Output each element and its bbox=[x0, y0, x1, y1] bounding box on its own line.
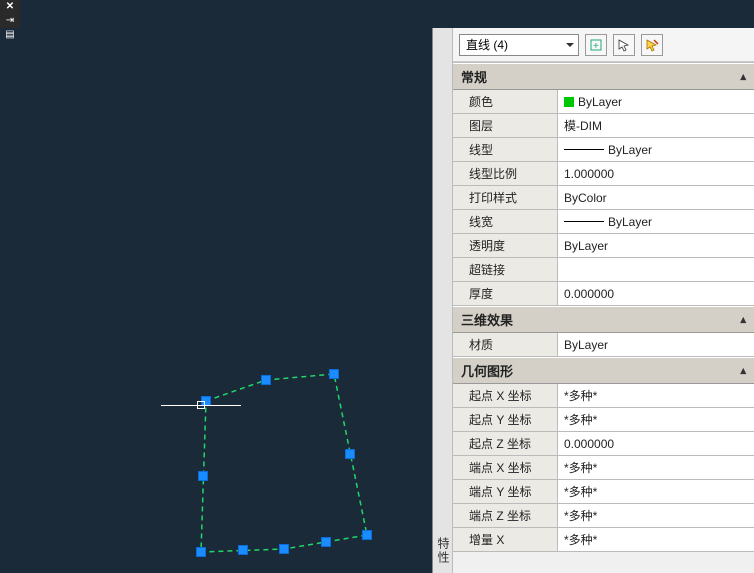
palette-header: 直线 (4) + bbox=[453, 28, 754, 62]
prop-row-startz[interactable]: 起点 Z 坐标 0.000000 bbox=[453, 432, 754, 456]
grip-handle[interactable] bbox=[261, 375, 271, 385]
svg-text:+: + bbox=[593, 41, 599, 52]
prop-label: 增量 X bbox=[453, 528, 558, 551]
entity-type-select[interactable]: 直线 (4) bbox=[459, 34, 579, 56]
properties-palette: 特性 直线 (4) + 常规 ▴ 颜色 bbox=[432, 28, 754, 573]
grip-handle[interactable] bbox=[321, 537, 331, 547]
prop-row-endy[interactable]: 端点 Y 坐标 *多种* bbox=[453, 480, 754, 504]
prop-value[interactable]: ByLayer bbox=[558, 210, 754, 233]
prop-value[interactable] bbox=[558, 258, 754, 281]
prop-row-ltscale[interactable]: 线型比例 1.000000 bbox=[453, 162, 754, 186]
prop-label: 图层 bbox=[453, 114, 558, 137]
collapse-icon: ▴ bbox=[740, 70, 746, 83]
grip-handle[interactable] bbox=[362, 530, 372, 540]
autohide-icon[interactable]: ⇥ bbox=[6, 16, 14, 26]
prop-row-startx[interactable]: 起点 X 坐标 *多种* bbox=[453, 384, 754, 408]
palette-titlebar: ✕ ⇥ ▤ bbox=[0, 0, 20, 28]
prop-label: 材质 bbox=[453, 333, 558, 356]
palette-tab-strip: 特性 bbox=[433, 28, 453, 573]
section-title: 三维效果 bbox=[461, 310, 513, 329]
prop-value[interactable]: ByLayer bbox=[558, 138, 754, 161]
prop-row-layer[interactable]: 图层 模-DIM bbox=[453, 114, 754, 138]
prop-value[interactable]: 0.000000 bbox=[558, 432, 754, 455]
prop-row-endx[interactable]: 端点 X 坐标 *多种* bbox=[453, 456, 754, 480]
collapse-icon: ▴ bbox=[740, 364, 746, 377]
linetype-sample-icon bbox=[564, 149, 604, 150]
cursor-pickbox bbox=[197, 401, 205, 409]
section-header-geometry[interactable]: 几何图形 ▴ bbox=[453, 357, 754, 384]
toggle-pickadd-button[interactable]: + bbox=[585, 34, 607, 56]
collapse-icon: ▴ bbox=[740, 313, 746, 326]
prop-value[interactable]: ByLayer bbox=[558, 90, 754, 113]
section-header-general[interactable]: 常规 ▴ bbox=[453, 63, 754, 90]
prop-label: 打印样式 bbox=[453, 186, 558, 209]
prop-row-plotstyle[interactable]: 打印样式 ByColor bbox=[453, 186, 754, 210]
prop-row-endz[interactable]: 端点 Z 坐标 *多种* bbox=[453, 504, 754, 528]
prop-label: 起点 Y 坐标 bbox=[453, 408, 558, 431]
prop-row-starty[interactable]: 起点 Y 坐标 *多种* bbox=[453, 408, 754, 432]
prop-label: 颜色 bbox=[453, 90, 558, 113]
prop-row-hyperlink[interactable]: 超链接 bbox=[453, 258, 754, 282]
prop-label: 透明度 bbox=[453, 234, 558, 257]
prop-label: 线型 bbox=[453, 138, 558, 161]
prop-value[interactable]: 1.000000 bbox=[558, 162, 754, 185]
quick-select-icon bbox=[645, 38, 659, 52]
quick-select-button[interactable] bbox=[641, 34, 663, 56]
pickadd-icon: + bbox=[589, 38, 603, 52]
prop-value[interactable]: *多种* bbox=[558, 528, 754, 551]
prop-row-thickness[interactable]: 厚度 0.000000 bbox=[453, 282, 754, 306]
grip-handle[interactable] bbox=[329, 369, 339, 379]
cursor-icon bbox=[617, 38, 631, 52]
prop-label: 线型比例 bbox=[453, 162, 558, 185]
grip-handle[interactable] bbox=[196, 547, 206, 557]
menu-icon[interactable]: ▤ bbox=[5, 30, 14, 40]
color-swatch bbox=[564, 97, 574, 107]
grip-handle[interactable] bbox=[345, 449, 355, 459]
prop-label: 端点 Z 坐标 bbox=[453, 504, 558, 527]
prop-label: 厚度 bbox=[453, 282, 558, 305]
prop-value[interactable]: 0.000000 bbox=[558, 282, 754, 305]
prop-value[interactable]: ByLayer bbox=[558, 234, 754, 257]
prop-row-color[interactable]: 颜色 ByLayer bbox=[453, 90, 754, 114]
palette-body: 直线 (4) + 常规 ▴ 颜色 ByLayer bbox=[453, 28, 754, 573]
prop-label: 超链接 bbox=[453, 258, 558, 281]
prop-label: 线宽 bbox=[453, 210, 558, 233]
prop-label: 端点 Y 坐标 bbox=[453, 480, 558, 503]
section-header-3d[interactable]: 三维效果 ▴ bbox=[453, 306, 754, 333]
prop-row-transparency[interactable]: 透明度 ByLayer bbox=[453, 234, 754, 258]
palette-title: 特性 bbox=[435, 537, 452, 565]
section-title: 几何图形 bbox=[461, 361, 513, 380]
grip-handle[interactable] bbox=[238, 545, 248, 555]
prop-value[interactable]: 模-DIM bbox=[558, 114, 754, 137]
prop-value[interactable]: ByColor bbox=[558, 186, 754, 209]
prop-value[interactable]: *多种* bbox=[558, 408, 754, 431]
section-title: 常规 bbox=[461, 67, 487, 86]
select-objects-button[interactable] bbox=[613, 34, 635, 56]
prop-value[interactable]: ByLayer bbox=[558, 333, 754, 356]
close-icon[interactable]: ✕ bbox=[6, 2, 14, 12]
prop-label: 端点 X 坐标 bbox=[453, 456, 558, 479]
grip-handle[interactable] bbox=[279, 544, 289, 554]
prop-row-lineweight[interactable]: 线宽 ByLayer bbox=[453, 210, 754, 234]
properties-list[interactable]: 常规 ▴ 颜色 ByLayer 图层 模-DIM 线型 ByLayer bbox=[453, 62, 754, 573]
lineweight-sample-icon bbox=[564, 221, 604, 222]
grip-handle[interactable] bbox=[198, 471, 208, 481]
prop-value[interactable]: *多种* bbox=[558, 480, 754, 503]
prop-value[interactable]: *多种* bbox=[558, 456, 754, 479]
entity-type-label: 直线 (4) bbox=[466, 36, 508, 53]
prop-row-deltax[interactable]: 增量 X *多种* bbox=[453, 528, 754, 552]
prop-row-linetype[interactable]: 线型 ByLayer bbox=[453, 138, 754, 162]
prop-label: 起点 Z 坐标 bbox=[453, 432, 558, 455]
prop-label: 起点 X 坐标 bbox=[453, 384, 558, 407]
prop-value[interactable]: *多种* bbox=[558, 504, 754, 527]
prop-row-material[interactable]: 材质 ByLayer bbox=[453, 333, 754, 357]
prop-value[interactable]: *多种* bbox=[558, 384, 754, 407]
